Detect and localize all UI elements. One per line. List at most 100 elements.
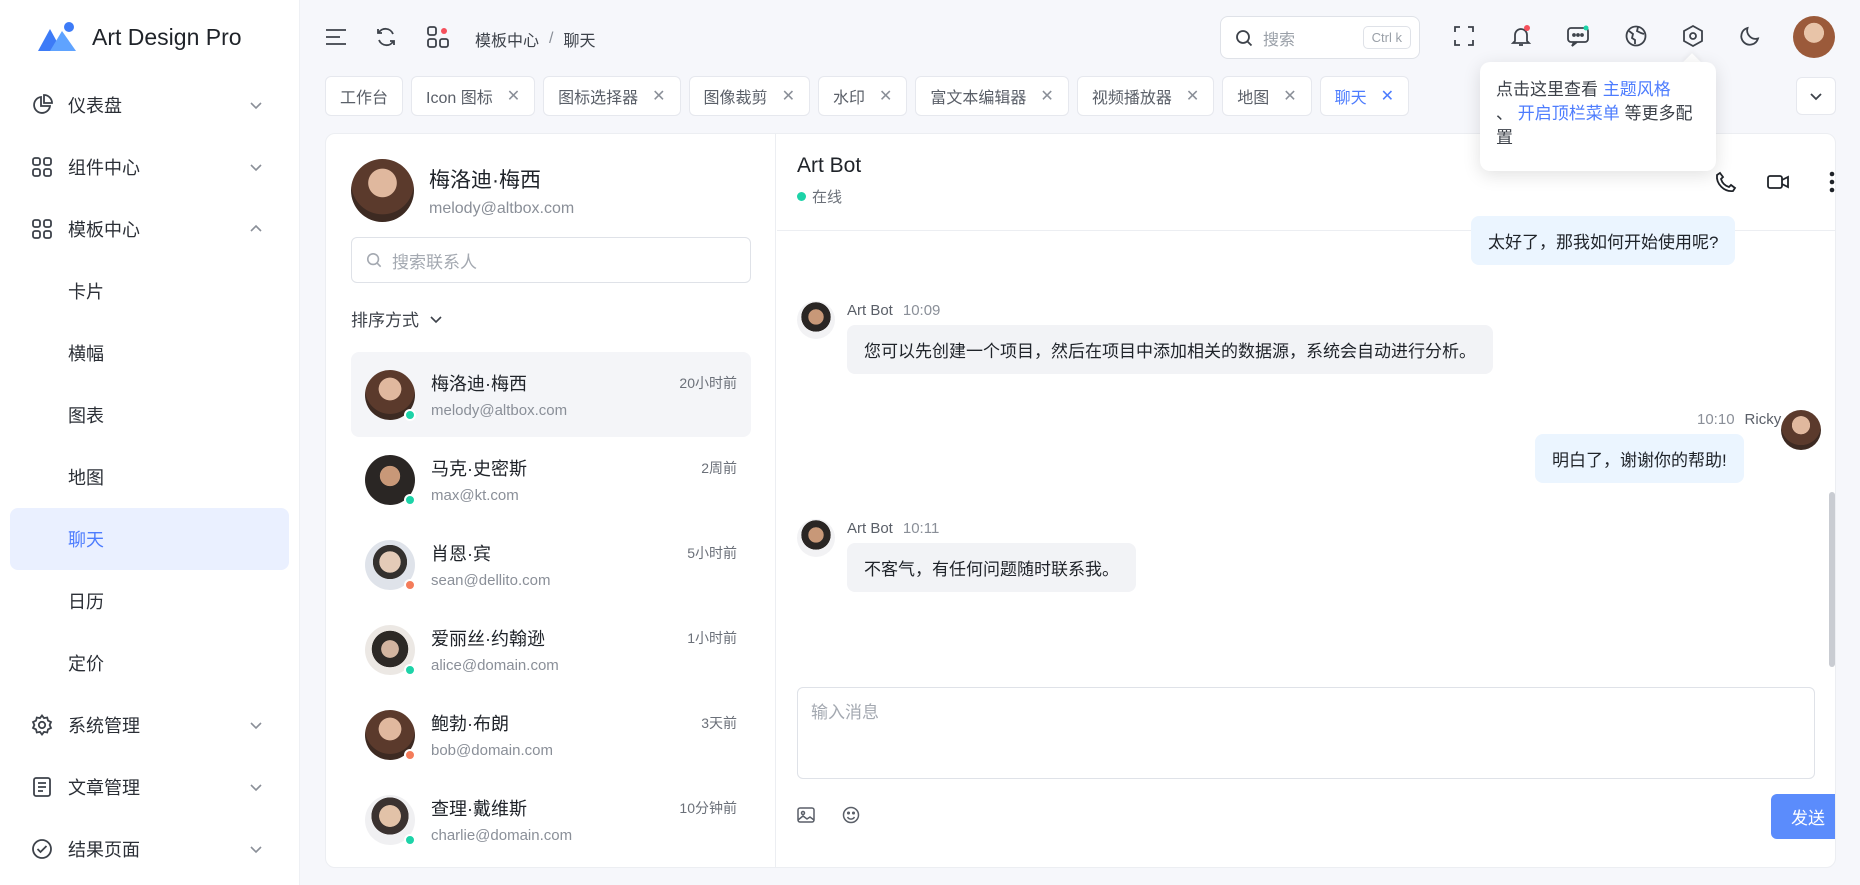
user-avatar[interactable] [1793, 16, 1835, 58]
close-icon[interactable]: ✕ [507, 86, 520, 106]
tab-workbench[interactable]: 工作台 [325, 76, 404, 116]
close-icon[interactable]: ✕ [1040, 86, 1053, 106]
fullscreen-icon[interactable] [1450, 22, 1478, 50]
contact-time: 10分钟前 [679, 800, 737, 816]
tab-icon-selector[interactable]: 图标选择器 ✕ [543, 76, 681, 116]
video-call-icon[interactable] [1764, 168, 1792, 196]
offline-status-dot [404, 578, 416, 591]
tab-map[interactable]: 地图 ✕ [1222, 76, 1312, 116]
message-meta: Art Bot 10:09 [847, 302, 940, 319]
tab-watermark[interactable]: 水印 ✕ [817, 76, 908, 116]
contact-item[interactable]: 马克·史密斯 2周前 max@kt.com [351, 437, 751, 522]
theme-style-link[interactable]: 主题风格 [1603, 80, 1671, 99]
tab-label: 聊天 [1334, 90, 1367, 107]
close-icon[interactable]: ✕ [1283, 86, 1296, 106]
chat-title: Art Bot [797, 154, 862, 177]
online-status-dot [404, 833, 416, 846]
tab-label: 视频播放器 [1091, 90, 1172, 107]
breadcrumb-item[interactable]: 模板中心 [475, 27, 539, 51]
sidebar-subitem-pricing[interactable]: 定价 [10, 632, 289, 694]
tab-rich-text[interactable]: 富文本编辑器 ✕ [915, 76, 1069, 116]
globe-language-icon[interactable] [1622, 22, 1650, 50]
online-status-dot [404, 408, 416, 421]
search-icon [1236, 29, 1253, 46]
contact-item[interactable]: 肖恩·宾 5小时前 sean@dellito.com [351, 522, 751, 607]
search-shortcut: Ctrl k [1362, 26, 1411, 49]
contact-time: 20小时前 [679, 375, 737, 391]
app-title: Art Design Pro [92, 23, 242, 50]
contact-email: melody@altbox.com [431, 402, 568, 419]
emoji-icon[interactable] [842, 806, 860, 829]
contact-item[interactable]: 梅洛迪·梅西 20小时前 melody@altbox.com [351, 352, 751, 437]
sidebar-item-components[interactable]: 组件中心 [0, 136, 299, 198]
tab-label: 工作台 [340, 90, 389, 107]
close-icon[interactable]: ✕ [1381, 86, 1394, 106]
bot-avatar [797, 519, 835, 557]
sidebar-item-system[interactable]: 系统管理 [0, 694, 299, 756]
sender-name: Ricky [1744, 411, 1782, 428]
sidebar-subitem-cards[interactable]: 卡片 [10, 260, 289, 322]
logo[interactable]: Art Design Pro [0, 0, 299, 74]
dark-mode-moon-icon[interactable] [1736, 22, 1764, 50]
contact-time: 1小时前 [687, 630, 737, 646]
menu-toggle-icon[interactable] [322, 23, 350, 51]
sidebar-subitem-map[interactable]: 地图 [10, 446, 289, 508]
tabs-dropdown-button[interactable] [1796, 77, 1836, 115]
contacts-panel: 梅洛迪·梅西 melody@altbox.com 搜索联系人 排序方式 梅洛迪·… [326, 134, 776, 867]
sidebar-item-articles[interactable]: 文章管理 [0, 756, 299, 818]
message-input[interactable]: 输入消息 [797, 687, 1815, 779]
image-upload-icon[interactable] [797, 807, 815, 828]
avatar [365, 624, 416, 676]
sidebar-item-results[interactable]: 结果页面 [0, 818, 299, 880]
message-bubble-outgoing: 明白了，谢谢你的帮助! [1535, 434, 1744, 483]
chat-scrollbar[interactable] [1829, 492, 1835, 667]
phone-call-icon[interactable] [1712, 168, 1740, 196]
sidebar-subitem-chat[interactable]: 聊天 [10, 508, 289, 570]
close-icon[interactable]: ✕ [652, 86, 665, 106]
close-icon[interactable]: ✕ [879, 86, 892, 106]
sidebar-subitem-calendar[interactable]: 日历 [10, 570, 289, 632]
more-vertical-icon[interactable] [1818, 168, 1835, 196]
tab-chat[interactable]: 聊天 ✕ [1319, 76, 1410, 116]
tab-video-player[interactable]: 视频播放器 ✕ [1076, 76, 1215, 116]
contact-item[interactable]: 查理·戴维斯 10分钟前 charlie@domain.com [351, 777, 751, 862]
sidebar-item-templates[interactable]: 模板中心 [0, 198, 299, 260]
message-meta: 10:10 Ricky [1697, 411, 1781, 428]
contact-time: 2周前 [701, 460, 737, 476]
gear-icon [30, 713, 54, 737]
message-input-placeholder: 输入消息 [811, 703, 879, 722]
sidebar-item-dashboard[interactable]: 仪表盘 [0, 74, 299, 136]
sidebar-item-label: 文章管理 [68, 778, 140, 798]
tab-image-crop[interactable]: 图像裁剪 ✕ [688, 76, 810, 116]
close-icon[interactable]: ✕ [782, 86, 795, 106]
avatar [351, 159, 414, 222]
refresh-icon[interactable] [372, 23, 400, 51]
tab-label: Icon 图标 [426, 90, 493, 107]
chat-message-icon[interactable] [1564, 22, 1592, 50]
global-search[interactable]: 搜索 Ctrl k [1220, 16, 1420, 59]
top-menu-link[interactable]: 开启顶栏菜单 [1518, 104, 1620, 123]
sidebar-subitem-charts[interactable]: 图表 [10, 384, 289, 446]
apps-icon[interactable] [424, 23, 452, 51]
tab-icons[interactable]: Icon 图标 ✕ [411, 76, 536, 116]
online-status-dot [404, 663, 416, 676]
contact-item[interactable]: 鲍勃·布朗 3天前 bob@domain.com [351, 692, 751, 777]
contact-email: sean@dellito.com [431, 572, 551, 589]
contact-name: 鲍勃·布朗 [431, 714, 509, 734]
send-button[interactable]: 发送 [1771, 794, 1835, 839]
grid-icon [30, 217, 54, 241]
sort-dropdown[interactable]: 排序方式 [351, 306, 443, 331]
sidebar-subitem-banners[interactable]: 横幅 [10, 322, 289, 384]
contact-search-input[interactable]: 搜索联系人 [351, 237, 751, 283]
contact-item[interactable]: 爱丽丝·约翰逊 1小时前 alice@domain.com [351, 607, 751, 692]
tooltip-text: 点击这里查看 [1496, 80, 1603, 99]
contact-time: 5小时前 [687, 545, 737, 561]
tab-label: 图标选择器 [558, 90, 639, 107]
settings-hexagon-icon[interactable] [1679, 22, 1707, 50]
avatar [365, 454, 416, 506]
offline-status-dot [404, 748, 416, 761]
notification-bell-icon[interactable] [1507, 22, 1535, 50]
breadcrumb-item-current: 聊天 [563, 33, 596, 50]
sender-name: Art Bot [847, 520, 893, 537]
close-icon[interactable]: ✕ [1186, 86, 1199, 106]
